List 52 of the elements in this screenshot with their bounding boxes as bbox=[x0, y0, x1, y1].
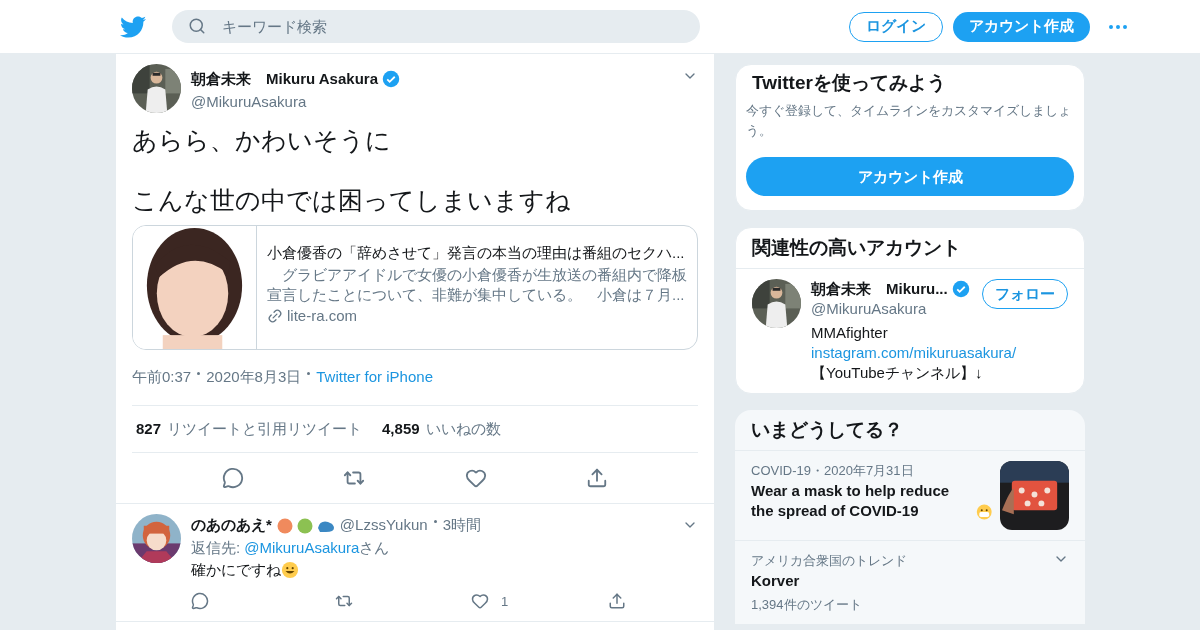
masked-face-icon bbox=[975, 503, 992, 521]
search-icon bbox=[188, 17, 206, 35]
reply-icon[interactable] bbox=[221, 467, 244, 489]
search-field[interactable]: キーワード検索 bbox=[172, 10, 700, 43]
card-heading: いまどうしてる？ bbox=[735, 410, 1085, 451]
card-heading: Twitterを使ってみよう bbox=[751, 73, 947, 93]
user-handle[interactable]: @MikuruAsakura bbox=[811, 299, 974, 319]
card-text: 今すぐ登録して、タイムラインをカスタマイズしましょう。 bbox=[746, 102, 1072, 140]
share-icon[interactable] bbox=[608, 592, 627, 611]
like-icon[interactable] bbox=[471, 592, 489, 611]
mention-link[interactable]: @MikuruAsakura bbox=[244, 536, 360, 559]
card-title: 小倉優香の「辞めさせて」発言の本当の理由は番組のセクハ... bbox=[267, 243, 686, 263]
reply-text: 確かにですね bbox=[191, 560, 281, 580]
user-handle[interactable]: @MikuruAsakura bbox=[191, 90, 672, 113]
trend-context: アメリカ合衆国のトレンド bbox=[751, 552, 907, 570]
user-handle[interactable]: @LzssYukun bbox=[339, 514, 428, 537]
card-heading: 関連性の高いアカウント bbox=[736, 228, 1084, 269]
honorific: さん bbox=[359, 537, 390, 558]
like-count[interactable]: 4,859 bbox=[382, 417, 420, 440]
like-count: 1 bbox=[501, 592, 509, 611]
signup-button[interactable]: アカウント作成 bbox=[746, 157, 1074, 196]
card-description: グラビアアイドルで女優の小倉優香が生放送の番組内で降板宣言したことについて、非難が集中している。 小倉は７月... bbox=[267, 264, 687, 305]
reply-to-label: 返信先: bbox=[191, 537, 241, 558]
bio-text: MMAfighter bbox=[811, 323, 889, 343]
user-name[interactable]: 朝倉未来 Mikuru... bbox=[811, 279, 948, 299]
reply-time[interactable]: 3時間 bbox=[442, 514, 481, 537]
share-icon[interactable] bbox=[586, 467, 609, 489]
tweet-time: 午前0:37 bbox=[132, 367, 192, 387]
link-card[interactable]: 小倉優香の「辞めさせて」発言の本当の理由は番組のセクハ... グラビアアイドルで女優の小倉優香が生放送の番組内で降板宣言したことについて、非難が集中している。 小倉は７月... lite-ra.com bbox=[132, 225, 698, 350]
bio-text: 【YouTubeチャンネル】↓ bbox=[811, 363, 984, 383]
news-meta: COVID-19・2020年7月31日 bbox=[751, 462, 915, 480]
trend-name: Korver bbox=[751, 571, 801, 591]
like-label[interactable]: いいねの数 bbox=[425, 417, 501, 440]
source-link[interactable]: Twitter for iPhone bbox=[316, 366, 433, 389]
bio-link[interactable]: instagram.com/mikuruasakura/ bbox=[811, 343, 1068, 363]
reply-icon[interactable] bbox=[191, 592, 209, 611]
news-item[interactable]: COVID-19・2020年7月31日 Wear a mask to help reduce the spread of COVID-19 bbox=[735, 451, 1085, 541]
signup-button[interactable]: アカウント作成 bbox=[953, 11, 1090, 42]
user-name[interactable]: 朝倉未来 Mikuru Asakura bbox=[191, 68, 378, 91]
like-icon[interactable] bbox=[464, 467, 487, 489]
grinning-sweat-face-icon bbox=[281, 561, 299, 580]
news-headline: Wear a mask to help reduce the spread of COVID-19 bbox=[751, 481, 951, 521]
retweet-count[interactable]: 827 bbox=[136, 417, 162, 440]
card-domain: lite-ra.com bbox=[287, 305, 357, 326]
tweet-text: こんな世の中では困ってしまいますね bbox=[132, 185, 572, 215]
emoji-drawing bbox=[275, 516, 336, 535]
user-name[interactable]: のあのあえ* bbox=[191, 514, 272, 537]
trend-item[interactable]: アメリカ合衆国のトレンド Korver 1,394件のツイート bbox=[735, 541, 1085, 619]
tweet-date: 2020年8月3日 bbox=[206, 367, 302, 387]
tweet-text: あらら、かわいそうに bbox=[132, 125, 392, 155]
tweet-count: 1,394件のツイート bbox=[751, 596, 863, 614]
retweet-label[interactable]: リツイートと引用リツイート bbox=[167, 417, 363, 440]
